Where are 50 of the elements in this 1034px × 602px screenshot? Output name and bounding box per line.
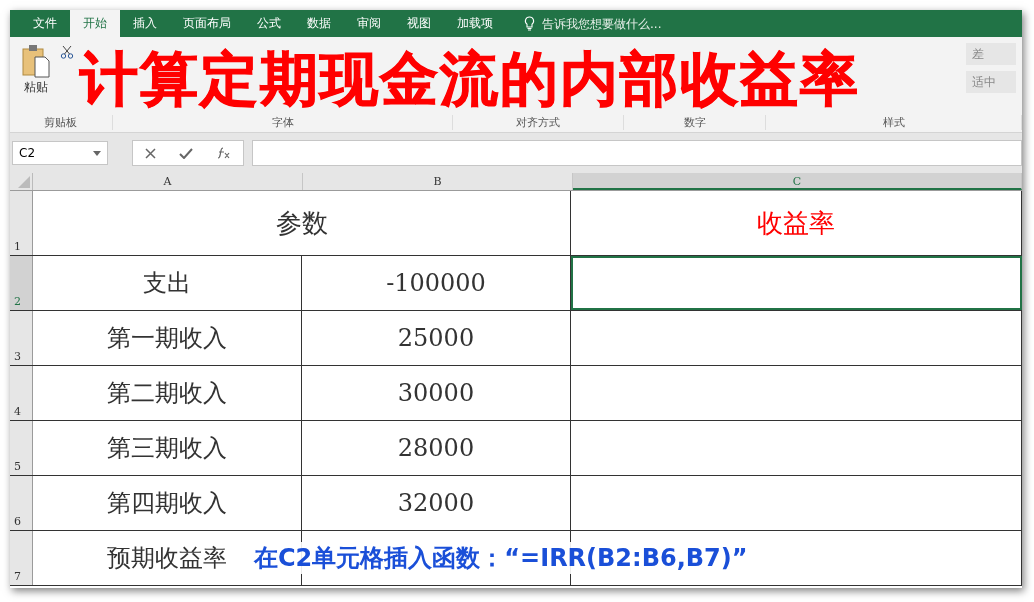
ribbon-group-label: 剪贴板 bbox=[10, 114, 113, 130]
ribbon-tab[interactable]: 公式 bbox=[244, 10, 294, 37]
table-cell: 第三期收入 bbox=[33, 421, 302, 475]
table-cell: 25000 bbox=[302, 311, 571, 365]
row-header[interactable]: 4 bbox=[10, 366, 33, 420]
ribbon-tab[interactable]: 文件 bbox=[20, 10, 70, 37]
row-header[interactable]: 5 bbox=[10, 421, 33, 475]
table-cell: 支出 bbox=[33, 256, 302, 310]
row-header[interactable]: 2 bbox=[10, 256, 33, 310]
row-header[interactable]: 6 bbox=[10, 476, 33, 530]
ribbon-tab[interactable]: 页面布局 bbox=[170, 10, 244, 37]
table-cell: 第四期收入 bbox=[33, 476, 302, 530]
ribbon-tab[interactable]: 插入 bbox=[120, 10, 170, 37]
overlay-title: 计算定期现金流的内部收益率 bbox=[80, 44, 860, 115]
ribbon-tab[interactable]: 加载项 bbox=[444, 10, 506, 37]
tell-me-field[interactable]: 告诉我您想要做什么... bbox=[540, 15, 724, 32]
ribbon-group-label: 数字 bbox=[624, 114, 767, 130]
select-all-icon bbox=[18, 176, 30, 188]
table-cell: 28000 bbox=[302, 421, 571, 475]
lightbulb-icon bbox=[524, 16, 535, 31]
ribbon-group-label: 字体 bbox=[112, 114, 454, 130]
table-cell: 32000 bbox=[302, 476, 571, 530]
column-header[interactable]: A bbox=[33, 173, 303, 190]
dropdown-caret-icon bbox=[93, 150, 101, 156]
table-cell: 参数 bbox=[33, 191, 571, 255]
ribbon-group-label: 对齐方式 bbox=[453, 114, 624, 130]
cell-style-button[interactable]: 差 bbox=[966, 43, 1016, 65]
function-icon[interactable] bbox=[217, 147, 232, 159]
cell-style-button[interactable]: 适中 bbox=[966, 71, 1016, 93]
ribbon-group-label: 样式 bbox=[766, 114, 1022, 130]
table-cell: 收益率 bbox=[571, 191, 1022, 255]
checkmark-icon[interactable] bbox=[179, 147, 194, 159]
ribbon-tab[interactable]: 开始 bbox=[70, 10, 120, 37]
ribbon-tab[interactable]: 视图 bbox=[394, 10, 444, 37]
formula-input[interactable] bbox=[252, 140, 1022, 166]
column-header[interactable]: C bbox=[573, 173, 1022, 190]
ribbon-tab[interactable]: 审阅 bbox=[344, 10, 394, 37]
cancel-icon[interactable] bbox=[144, 147, 156, 159]
clipboard-icon bbox=[21, 43, 51, 79]
row-header[interactable]: 1 bbox=[10, 191, 33, 255]
table-cell: 第二期收入 bbox=[33, 366, 302, 420]
table-cell: 第一期收入 bbox=[33, 311, 302, 365]
table-cell: 30000 bbox=[302, 366, 571, 420]
paste-button[interactable]: 粘贴 bbox=[24, 79, 48, 96]
scissors-icon bbox=[60, 45, 74, 59]
row-header[interactable]: 3 bbox=[10, 311, 33, 365]
name-box[interactable]: C2 bbox=[12, 141, 108, 165]
row-header[interactable]: 7 bbox=[10, 531, 33, 585]
table-cell: -100000 bbox=[302, 256, 571, 310]
ribbon-tab[interactable]: 数据 bbox=[294, 10, 344, 37]
